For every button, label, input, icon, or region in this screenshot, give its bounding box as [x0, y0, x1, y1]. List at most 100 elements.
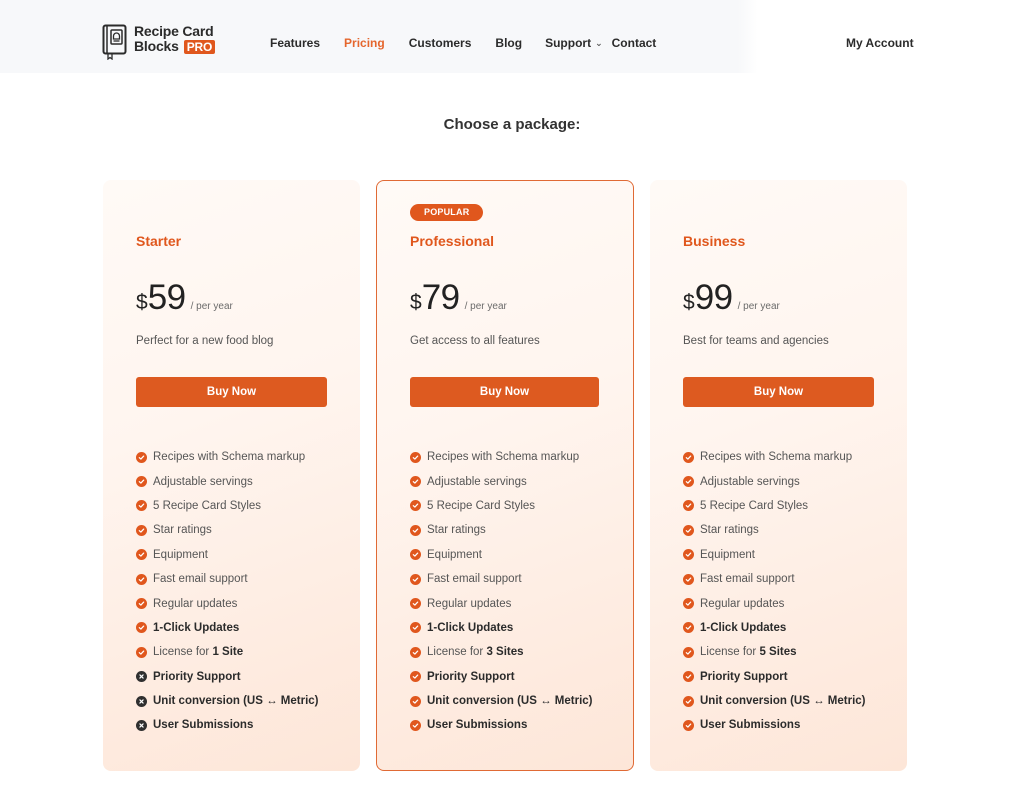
- feature-label: Star ratings: [153, 524, 212, 537]
- check-circle-icon: [136, 598, 147, 610]
- buy-now-button-starter[interactable]: Buy Now: [136, 377, 327, 407]
- nav-customers[interactable]: Customers: [409, 36, 472, 50]
- feature-text: Priority Support: [700, 671, 788, 683]
- price-period: / per year: [190, 301, 233, 312]
- plan-description: Get access to all features: [410, 335, 540, 347]
- price-amount: 79: [421, 278, 460, 317]
- check-circle-icon: [683, 646, 694, 658]
- feature-label: Recipes with Schema markup: [153, 451, 306, 464]
- feature-label: 5 Recipe Card Styles: [700, 499, 809, 512]
- logo[interactable]: Recipe Card Blocks PRO: [102, 23, 216, 60]
- plan-card-professional: POPULAR Professional $ 79 / per year Get…: [376, 180, 634, 771]
- plan-description: Best for teams and agencies: [683, 335, 829, 347]
- feature-item: Equipment: [683, 543, 866, 567]
- feature-text: Regular updates: [427, 598, 511, 610]
- my-account-link[interactable]: My Account: [846, 36, 914, 50]
- feature-text: 1-Click Updates: [427, 622, 513, 634]
- check-circle-icon: [683, 524, 694, 536]
- check-circle-icon: [136, 622, 147, 634]
- feature-label: Fast email support: [700, 573, 795, 586]
- feature-item: Equipment: [410, 543, 593, 567]
- nav-contact[interactable]: Contact: [612, 36, 657, 50]
- feature-text: Adjustable servings: [153, 476, 253, 488]
- feature-item: Adjustable servings: [136, 469, 319, 493]
- feature-item: Priority Support: [410, 665, 593, 689]
- x-circle-icon: [136, 695, 147, 707]
- plan-price: $ 59 / per year: [136, 278, 233, 318]
- buy-now-button-professional[interactable]: Buy Now: [410, 377, 599, 407]
- x-circle-icon: [136, 671, 147, 683]
- feature-label: User Submissions: [153, 719, 254, 732]
- logo-text-line2: Blocks PRO: [134, 39, 216, 54]
- logo-text-line1: Recipe Card: [134, 23, 214, 39]
- feature-item: Adjustable servings: [683, 469, 866, 493]
- feature-item: Fast email support: [410, 567, 593, 591]
- check-circle-icon: [410, 549, 421, 561]
- feature-text: User Submissions: [153, 719, 253, 731]
- check-circle-icon: [683, 598, 694, 610]
- plan-card-business: Business $ 99 / per year Best for teams …: [650, 180, 907, 771]
- feature-item: 1-Click Updates: [410, 616, 593, 640]
- feature-text: Priority Support: [153, 671, 241, 683]
- check-circle-icon: [683, 451, 694, 463]
- feature-label: Regular updates: [700, 597, 785, 610]
- feature-text: License for 1 Site: [153, 646, 243, 658]
- feature-label: Fast email support: [427, 573, 522, 586]
- feature-text: Fast email support: [153, 573, 248, 585]
- feature-item: Star ratings: [683, 518, 866, 542]
- check-circle-icon: [683, 573, 694, 585]
- nav-blog[interactable]: Blog: [495, 36, 522, 50]
- check-circle-icon: [410, 695, 421, 707]
- feature-item: Regular updates: [136, 591, 319, 615]
- feature-text: User Submissions: [700, 719, 800, 731]
- check-circle-icon: [136, 451, 147, 463]
- feature-text: License for 3 Sites: [427, 646, 524, 658]
- feature-label: Fast email support: [153, 573, 248, 586]
- buy-now-button-business[interactable]: Buy Now: [683, 377, 874, 407]
- check-circle-icon: [136, 646, 147, 658]
- feature-item: 5 Recipe Card Styles: [683, 494, 866, 518]
- pro-badge: PRO: [183, 39, 216, 54]
- feature-text: 5 Recipe Card Styles: [700, 500, 808, 512]
- nav-pricing[interactable]: Pricing: [344, 36, 385, 50]
- feature-text: 1-Click Updates: [153, 622, 239, 634]
- feature-item: Star ratings: [410, 518, 593, 542]
- feature-text: Regular updates: [153, 598, 237, 610]
- feature-item: 1-Click Updates: [683, 616, 866, 640]
- check-circle-icon: [410, 524, 421, 536]
- price-period: / per year: [737, 301, 780, 312]
- page-title: Choose a package:: [443, 116, 581, 133]
- plan-name: Business: [683, 233, 746, 249]
- popular-badge: POPULAR: [410, 204, 484, 221]
- feature-item: 5 Recipe Card Styles: [410, 494, 593, 518]
- feature-label: Adjustable servings: [427, 475, 527, 488]
- feature-label: 1-Click Updates: [427, 621, 514, 634]
- feature-text: Fast email support: [427, 573, 522, 585]
- feature-text: Recipes with Schema markup: [427, 451, 579, 463]
- feature-item: 5 Recipe Card Styles: [136, 494, 319, 518]
- feature-label: Star ratings: [700, 524, 759, 537]
- feature-text: Priority Support: [427, 671, 515, 683]
- feature-text: 1-Click Updates: [700, 622, 786, 634]
- check-circle-icon: [136, 476, 147, 488]
- feature-text: Equipment: [427, 549, 482, 561]
- feature-text: Adjustable servings: [700, 476, 800, 488]
- feature-list: Recipes with Schema markup Adjustable ser…: [683, 445, 866, 738]
- feature-label: License for: [153, 646, 213, 659]
- feature-text: Fast email support: [700, 573, 795, 585]
- check-circle-icon: [410, 598, 421, 610]
- nav-support-label: Support: [545, 36, 592, 50]
- feature-item: Unit conversion (US ↔ Metric): [136, 689, 319, 713]
- nav-features[interactable]: Features: [270, 36, 320, 50]
- feature-item: Unit conversion (US ↔ Metric): [683, 689, 866, 713]
- plan-description: Perfect for a new food blog: [136, 335, 274, 347]
- nav-support[interactable]: Support ⌄: [545, 36, 603, 50]
- check-circle-icon: [683, 476, 694, 488]
- feature-item: License for 5 Sites: [683, 640, 866, 664]
- main-nav: Features Pricing Customers Blog Support …: [270, 36, 656, 50]
- check-circle-icon: [410, 451, 421, 463]
- feature-item: Star ratings: [136, 518, 319, 542]
- feature-text: Unit conversion (US ↔ Metric): [700, 695, 866, 707]
- feature-text: License for 5 Sites: [700, 646, 797, 658]
- feature-label: Star ratings: [427, 524, 486, 537]
